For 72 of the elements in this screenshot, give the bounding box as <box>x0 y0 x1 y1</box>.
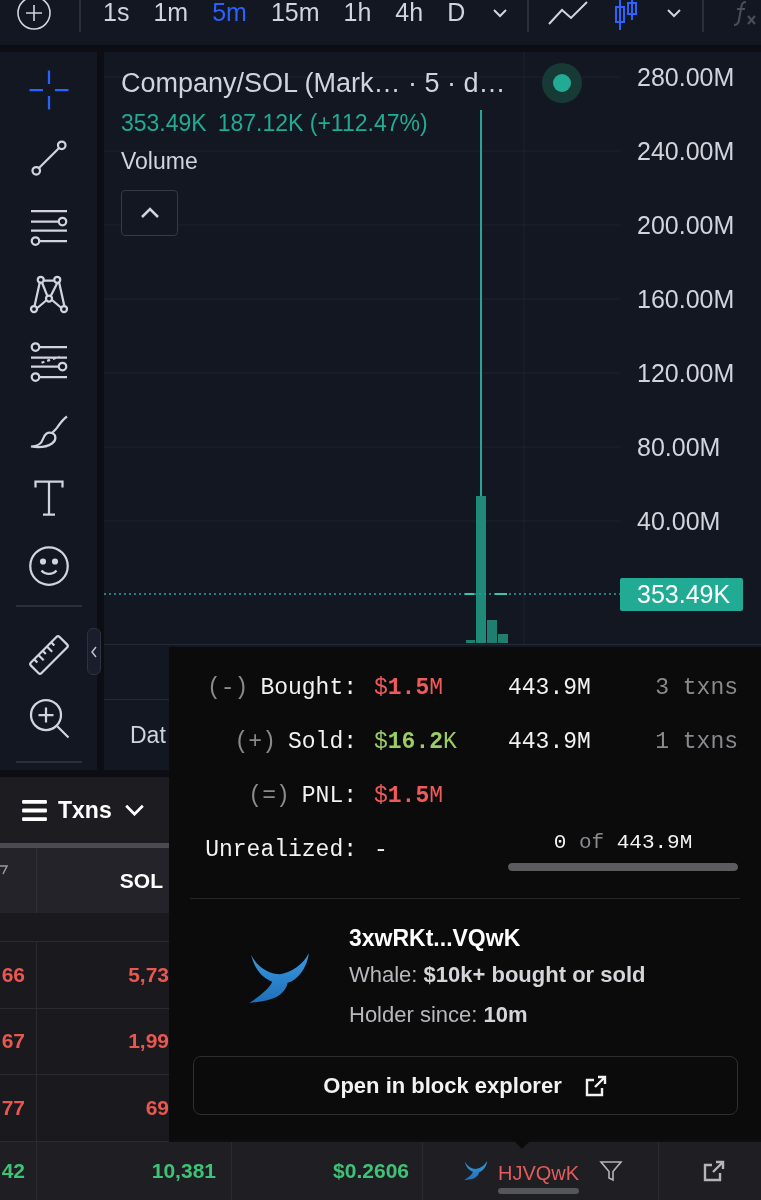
line-chart-icon[interactable] <box>548 0 589 25</box>
stat-label: Bought: <box>260 675 357 701</box>
stat-value: $16.2K <box>374 729 458 755</box>
add-icon[interactable] <box>17 0 51 30</box>
holding-text: 0 of 443.9M <box>553 829 693 856</box>
sign-label: (+) <box>234 729 276 755</box>
legend-value: 353.49K <box>121 109 207 138</box>
axis-label: 80.00M <box>637 434 721 460</box>
interval-tab[interactable]: 1m <box>141 0 201 25</box>
collapse-button[interactable] <box>121 190 178 236</box>
wallet-info: Holder since: 10m <box>349 1001 529 1029</box>
axis-label: 200.00M <box>637 212 735 238</box>
date-range-button[interactable]: Dat <box>130 721 166 749</box>
sign-label: (-) <box>206 675 249 701</box>
pattern-icon[interactable] <box>27 273 70 315</box>
axis-label: 160.00M <box>637 286 735 312</box>
external-link-icon <box>583 1073 608 1098</box>
chevron-up-icon <box>139 207 160 219</box>
zoom-in-icon[interactable] <box>27 697 70 739</box>
txns-count: 1 txns <box>655 729 738 755</box>
interval-tab[interactable]: D <box>435 0 478 25</box>
axis-label: 280.00M <box>637 64 735 90</box>
ruler-icon[interactable] <box>27 634 70 676</box>
collapse-button[interactable] <box>87 628 101 675</box>
stat-label: Unrealized: <box>205 837 357 863</box>
study-label: Volume <box>121 147 198 176</box>
txns-count: 3 txns <box>655 675 738 701</box>
external-link-icon[interactable] <box>702 1158 726 1183</box>
candlestick-icon[interactable] <box>613 0 640 30</box>
status-dot-icon <box>541 63 582 103</box>
interval-tab[interactable]: 5m <box>200 0 259 25</box>
table-cell-text: 69 <box>144 1095 169 1122</box>
chart-title: Company/SOL (Mark… · 5 · d… <box>121 67 506 99</box>
filter-icon[interactable] <box>0 865 8 875</box>
table-cell: 42 <box>0 1141 37 1200</box>
open-explorer-button[interactable]: Open in block explorer <box>193 1056 738 1115</box>
table-cell: 10,381 <box>37 1141 232 1200</box>
axis-label: 120.00M <box>637 360 735 386</box>
table-cell-text: 5,73 <box>127 961 169 988</box>
chevron-left-icon <box>91 645 97 658</box>
chevron-down-icon[interactable] <box>492 7 509 18</box>
token-amount: 443.9M <box>508 675 592 701</box>
stat-value: $1.5M <box>374 675 445 701</box>
crosshair-icon[interactable] <box>27 69 70 111</box>
wallet-info: Whale: $10k+ bought or sold <box>349 961 646 989</box>
filter-icon[interactable] <box>599 1158 624 1183</box>
stat-label: PNL: <box>301 783 357 809</box>
stat-value: - <box>374 837 389 863</box>
legend-value: 187.12K (+112.47%) <box>217 109 428 138</box>
interval-tab[interactable]: 15m <box>258 0 332 25</box>
column-header: SOL <box>119 868 163 893</box>
smiley-icon[interactable] <box>27 545 70 587</box>
interval-tab[interactable]: 1s <box>91 0 142 25</box>
table-cell: 67 <box>0 1008 37 1075</box>
chevron-down-icon <box>123 804 145 816</box>
interval-tab[interactable]: 1h <box>331 0 384 25</box>
stat-value: $1.5M <box>374 783 445 809</box>
table-cell: $0.2606 <box>232 1141 423 1200</box>
table-cell: 66 <box>0 942 37 1008</box>
wallet-address: 3xwRKt...VQwK <box>349 924 522 953</box>
axis-label: 40.00M <box>637 508 721 534</box>
maker-link[interactable]: HJVQwK <box>497 1161 580 1184</box>
axis-label: 240.00M <box>637 138 735 164</box>
table-cell: 77 <box>0 1075 37 1141</box>
sign-label: (=) <box>248 783 290 809</box>
stat-label: Sold: <box>288 729 357 755</box>
last-value-tag: 353.49K <box>620 578 743 611</box>
menu-icon <box>22 799 47 821</box>
interval-tab[interactable]: 4h <box>383 0 436 25</box>
token-amount: 443.9M <box>508 729 592 755</box>
chevron-down-icon[interactable] <box>666 7 683 18</box>
table-cell-text: 1,99 <box>127 1028 169 1055</box>
